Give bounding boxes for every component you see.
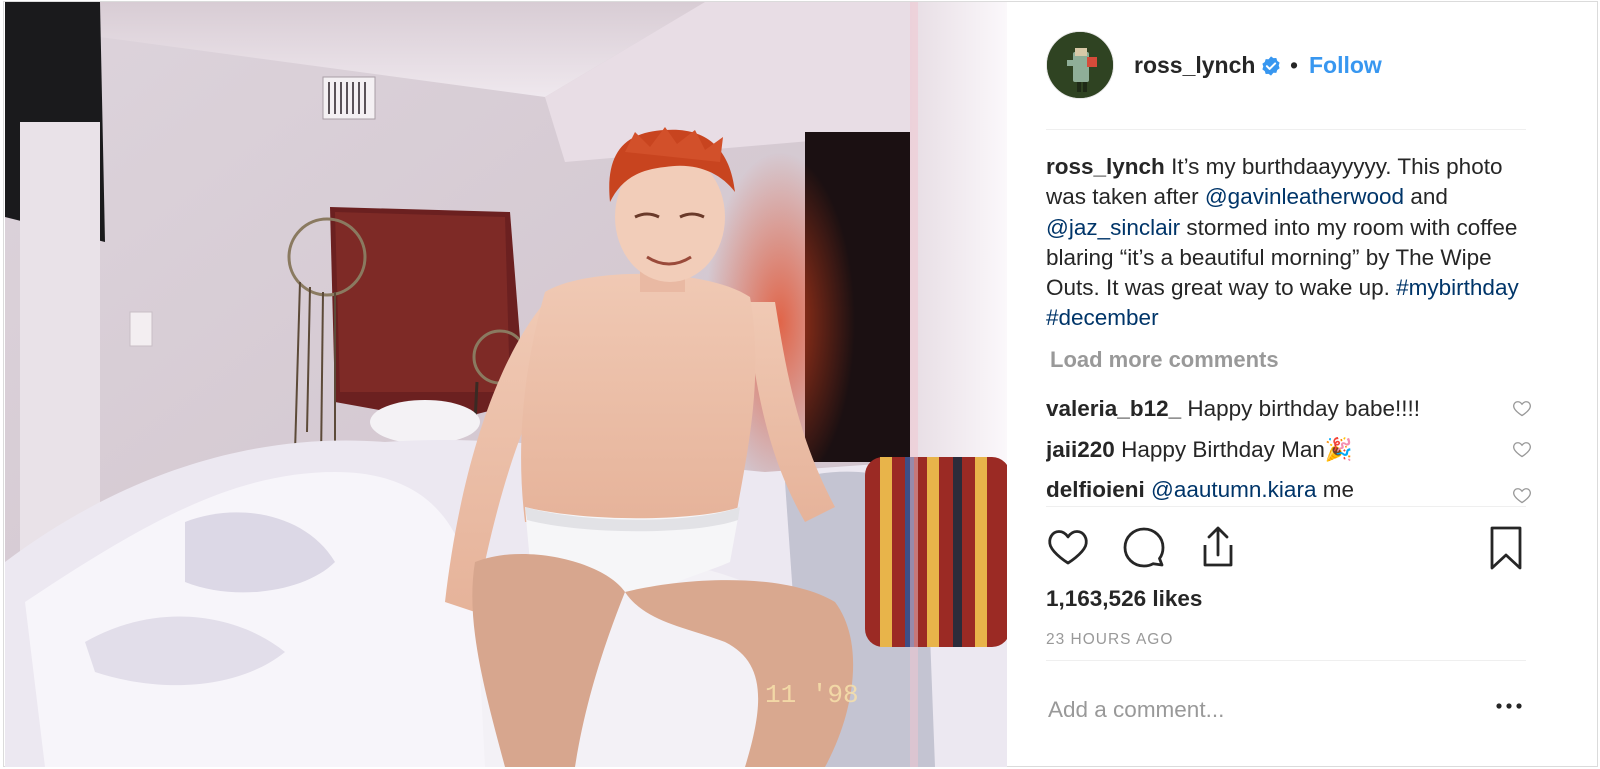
header-divider xyxy=(1046,129,1526,130)
post-timestamp[interactable]: 23 HOURS AGO xyxy=(1046,631,1173,649)
comment-username[interactable]: valeria_b12_ xyxy=(1046,396,1181,421)
comment-item: valeria_b12_ Happy birthday babe!!!! xyxy=(1046,394,1534,435)
mention-link-jaz-sinclair[interactable]: @jaz_sinclair xyxy=(1046,215,1180,240)
comment-username[interactable]: delfioieni xyxy=(1046,477,1145,502)
avatar[interactable] xyxy=(1046,31,1114,99)
post-side-panel: ross_lynch • Follow ross_lynch It’s my b… xyxy=(1008,2,1598,767)
caption-text-2: and xyxy=(1404,184,1448,210)
follow-button[interactable]: Follow xyxy=(1309,52,1382,79)
more-options-ellipsis-icon[interactable] xyxy=(1492,696,1526,716)
share-icon[interactable] xyxy=(1196,525,1240,571)
photo-illustration: 11 '98 xyxy=(5,2,1007,767)
hashtag-link-december[interactable]: #december xyxy=(1046,305,1159,330)
comment-text: Happy Birthday Man🎉 xyxy=(1121,436,1353,462)
comment-item: jaii220 Happy Birthday Man🎉 xyxy=(1046,435,1534,476)
mention-link-gavinleatherwood[interactable]: @gavinleatherwood xyxy=(1205,184,1404,209)
post-author-username[interactable]: ross_lynch xyxy=(1134,52,1255,79)
comment-item: delfioieni @aautumn.kiara me xyxy=(1046,475,1534,504)
like-heart-icon[interactable] xyxy=(1046,525,1090,569)
verified-badge-icon xyxy=(1262,56,1280,76)
hashtag-link-mybirthday[interactable]: #mybirthday xyxy=(1396,275,1519,300)
photo-timestamp-overlay: 11 '98 xyxy=(765,680,859,710)
save-bookmark-icon[interactable] xyxy=(1488,525,1524,571)
likes-count[interactable]: 1,163,526 likes xyxy=(1046,586,1202,612)
caption-username[interactable]: ross_lynch xyxy=(1046,154,1165,179)
comment-speech-bubble-icon[interactable] xyxy=(1122,525,1166,569)
comment-like-heart-icon[interactable] xyxy=(1512,439,1532,459)
comments-list: valeria_b12_ Happy birthday babe!!!! jai… xyxy=(1046,394,1534,504)
comment-username[interactable]: jaii220 xyxy=(1046,437,1115,462)
add-comment-input[interactable] xyxy=(1048,690,1478,730)
input-divider xyxy=(1046,660,1526,661)
comment-text: me xyxy=(1316,477,1354,502)
comment-like-heart-icon[interactable] xyxy=(1512,485,1532,504)
load-more-comments-button[interactable]: Load more comments xyxy=(1050,347,1279,373)
avatar-image xyxy=(1047,32,1113,98)
comment-like-heart-icon[interactable] xyxy=(1512,398,1532,418)
post-photo[interactable]: 11 '98 xyxy=(5,2,1007,767)
comment-mention-link[interactable]: @aautumn.kiara xyxy=(1151,477,1316,502)
separator-dot: • xyxy=(1290,52,1299,78)
comment-text: Happy birthday babe!!!! xyxy=(1187,396,1421,421)
comments-divider xyxy=(1046,506,1526,507)
post-actions-bar xyxy=(1046,525,1526,575)
post-caption: ross_lynch It’s my burthdaayyyyy. This p… xyxy=(1046,152,1534,334)
